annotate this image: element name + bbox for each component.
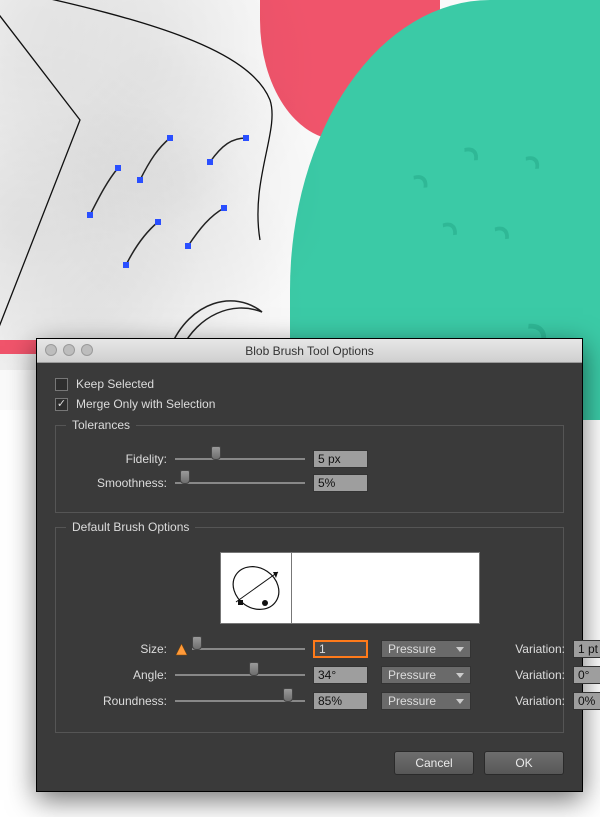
- ok-button[interactable]: OK: [484, 751, 564, 775]
- anchor-point[interactable]: [207, 159, 213, 165]
- anchor-point[interactable]: [167, 135, 173, 141]
- angle-label: Angle:: [72, 668, 167, 682]
- dropdown-value: Pressure: [388, 642, 436, 656]
- angle-variation-field[interactable]: 0°: [573, 666, 600, 684]
- chevron-down-icon: [456, 673, 464, 678]
- angle-slider[interactable]: [175, 668, 305, 682]
- smoothness-field[interactable]: 5%: [313, 474, 368, 492]
- fidelity-field[interactable]: 5 px: [313, 450, 368, 468]
- brush-options-legend: Default Brush Options: [66, 520, 195, 534]
- brush-stroke-preview: [292, 552, 480, 624]
- angle-control-dropdown[interactable]: Pressure: [381, 666, 471, 684]
- roundness-label: Roundness:: [72, 694, 167, 708]
- tolerances-legend: Tolerances: [66, 418, 136, 432]
- anchor-point[interactable]: [123, 262, 129, 268]
- keep-selected-checkbox[interactable]: [55, 378, 68, 391]
- chevron-down-icon: [456, 647, 464, 652]
- anchor-point[interactable]: [185, 243, 191, 249]
- dialog-title: Blob Brush Tool Options: [245, 344, 374, 358]
- roundness-control-dropdown[interactable]: Pressure: [381, 692, 471, 710]
- tolerances-group: Tolerances Fidelity: 5 px Smoothness: 5%: [55, 425, 564, 513]
- anchor-point[interactable]: [221, 205, 227, 211]
- keep-selected-label: Keep Selected: [76, 377, 154, 391]
- dropdown-value: Pressure: [388, 668, 436, 682]
- anchor-point[interactable]: [243, 135, 249, 141]
- window-controls[interactable]: [45, 344, 93, 356]
- chevron-down-icon: [456, 699, 464, 704]
- roundness-slider[interactable]: [175, 694, 305, 708]
- default-brush-options-group: Default Brush Options Size:: [55, 527, 564, 733]
- zoom-icon[interactable]: [81, 344, 93, 356]
- size-label: Size:: [72, 642, 167, 656]
- size-slider[interactable]: [192, 642, 305, 656]
- warning-icon: [175, 643, 188, 656]
- close-icon[interactable]: [45, 344, 57, 356]
- size-field[interactable]: 1: [313, 640, 368, 658]
- fidelity-label: Fidelity:: [72, 452, 167, 466]
- roundness-variation-field[interactable]: 0%: [573, 692, 600, 710]
- angle-field[interactable]: 34°: [313, 666, 368, 684]
- merge-only-checkbox[interactable]: ✓: [55, 398, 68, 411]
- roundness-variation-label: Variation:: [505, 694, 565, 708]
- smoothness-label: Smoothness:: [72, 476, 167, 490]
- cancel-button[interactable]: Cancel: [394, 751, 474, 775]
- fidelity-slider[interactable]: [175, 452, 305, 466]
- smoothness-slider[interactable]: [175, 476, 305, 490]
- size-control-dropdown[interactable]: Pressure: [381, 640, 471, 658]
- size-variation-field[interactable]: 1 pt: [573, 640, 600, 658]
- anchor-point[interactable]: [137, 177, 143, 183]
- minimize-icon[interactable]: [63, 344, 75, 356]
- merge-only-label: Merge Only with Selection: [76, 397, 215, 411]
- anchor-point[interactable]: [115, 165, 121, 171]
- dialog-titlebar[interactable]: Blob Brush Tool Options: [37, 339, 582, 363]
- brush-angle-preview[interactable]: [220, 552, 292, 624]
- roundness-field[interactable]: 85%: [313, 692, 368, 710]
- anchor-point[interactable]: [87, 212, 93, 218]
- sketch-background: [0, 0, 320, 370]
- anchor-point[interactable]: [155, 219, 161, 225]
- angle-variation-label: Variation:: [505, 668, 565, 682]
- size-variation-label: Variation:: [505, 642, 565, 656]
- blob-brush-options-dialog: Blob Brush Tool Options Keep Selected ✓ …: [36, 338, 583, 792]
- dropdown-value: Pressure: [388, 694, 436, 708]
